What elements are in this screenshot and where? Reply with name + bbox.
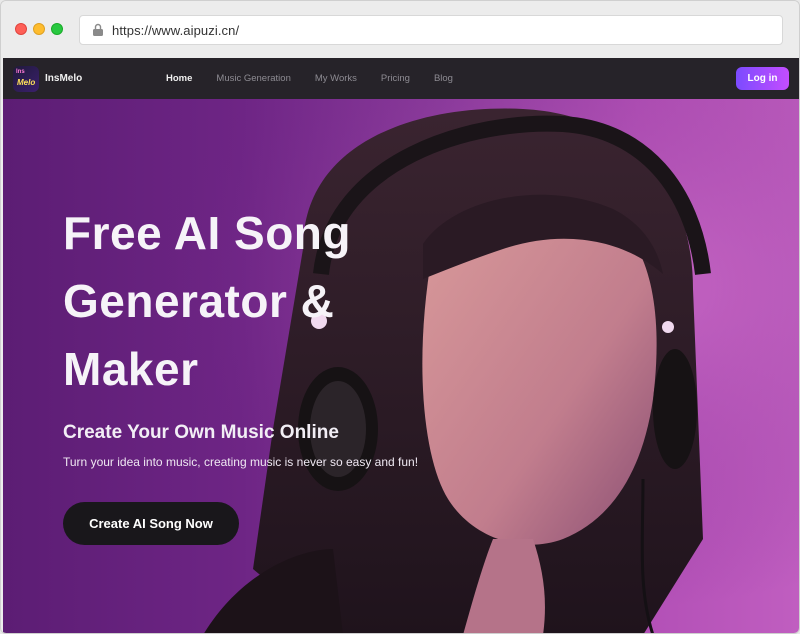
browser-window: https://www.aipuzi.cn/ Ins Melo InsMelo … [0,0,800,634]
create-ai-song-button[interactable]: Create AI Song Now [63,502,239,545]
nav-links: Home Music Generation My Works Pricing B… [166,58,477,99]
url-text: https://www.aipuzi.cn/ [112,22,240,38]
lock-icon [92,23,104,37]
nav-pricing[interactable]: Pricing [381,73,410,84]
hero-subtitle: Create Your Own Music Online [63,422,339,443]
close-window-icon[interactable] [15,23,27,35]
address-bar[interactable]: https://www.aipuzi.cn/ [79,15,783,45]
nav-music-generation[interactable]: Music Generation [216,73,290,84]
web-page: Ins Melo InsMelo Home Music Generation M… [3,58,799,633]
nav-blog[interactable]: Blog [434,73,453,84]
browser-titlebar: https://www.aipuzi.cn/ [1,1,799,58]
brand-logo-icon: Ins Melo [13,65,39,92]
hero-title: Free AI Song Generator & Maker [63,199,443,403]
brand[interactable]: Ins Melo InsMelo [13,65,83,92]
site-navbar: Ins Melo InsMelo Home Music Generation M… [3,58,799,99]
logo-text-bottom: Melo [17,77,36,87]
logo-text-top: Ins [16,68,25,75]
maximize-window-icon[interactable] [51,23,63,35]
nav-home[interactable]: Home [166,73,192,84]
hero-section: Free AI Song Generator & Maker Create Yo… [3,99,799,633]
hero-title-line-1: Free AI Song [63,207,351,259]
nav-my-works[interactable]: My Works [315,73,357,84]
hero-title-line-2: Generator & [63,275,335,327]
minimize-window-icon[interactable] [33,23,45,35]
hero-description: Turn your idea into music, creating musi… [63,455,419,469]
hero-title-line-3: Maker [63,343,199,395]
brand-name: InsMelo [45,73,83,84]
login-button[interactable]: Log in [736,67,789,90]
